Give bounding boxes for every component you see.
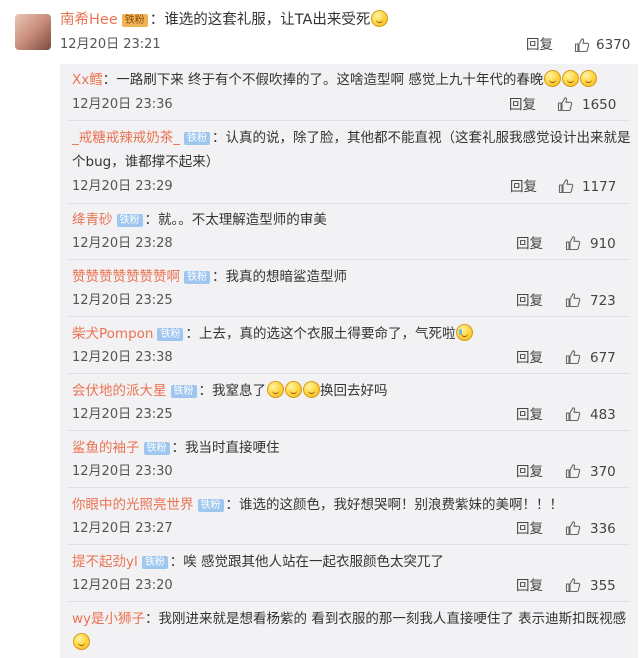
- smiley-icon: [580, 70, 598, 87]
- like-count: 6370: [596, 37, 631, 53]
- like-count: 1177: [582, 179, 617, 195]
- reply-button[interactable]: 回复: [526, 36, 553, 54]
- smiley-icon: [544, 70, 562, 87]
- reply-time: 12月20日 23:30: [72, 464, 173, 479]
- smiley-icon: [303, 381, 320, 398]
- username-link[interactable]: 柴犬Pompon: [72, 326, 153, 342]
- reply-button[interactable]: 回复: [510, 178, 537, 196]
- fan-badge: 铁粉: [184, 271, 210, 284]
- reply-text: 上去，真的选这个衣服土得要命了，气死啦: [198, 326, 456, 342]
- thumbs-up-icon[interactable]: [557, 96, 573, 112]
- reply-time: 12月20日 23:29: [72, 179, 173, 194]
- fan-badge: 铁粉: [170, 385, 197, 398]
- divider: [68, 601, 630, 602]
- reply-text: 谁选的这颜色，我好想哭啊！别浪费紫妹的美啊！！！: [239, 497, 563, 513]
- divider: [68, 373, 630, 374]
- thumbs-up-icon[interactable]: [565, 235, 581, 251]
- divider: [68, 487, 630, 488]
- thumbs-up-icon[interactable]: [565, 349, 581, 365]
- reply-time: 12月20日 23:20: [72, 578, 173, 593]
- thumbs-up-icon[interactable]: [565, 292, 581, 308]
- comment-text: 谁选的这套礼服，让TA出来受死: [164, 12, 371, 28]
- reply-time: 12月20日 23:38: [72, 350, 173, 365]
- smiley-icon: [285, 381, 302, 398]
- like-count: 336: [590, 521, 616, 537]
- smiley-icon: [562, 70, 580, 87]
- thumbs-up-icon[interactable]: [574, 37, 590, 53]
- divider: [68, 430, 630, 431]
- reply-button[interactable]: 回复: [516, 349, 543, 367]
- username-link[interactable]: 鲨鱼的袖子: [72, 440, 140, 456]
- reply-text: 我当时直接哽住: [185, 440, 280, 456]
- smiley-icon: [73, 633, 90, 650]
- reply-time: 12月20日 23:25: [72, 293, 173, 308]
- reply-time: 12月20日 23:27: [72, 521, 173, 536]
- reply-text: 就。。不太理解造型师的审美: [158, 212, 327, 228]
- divider: [68, 203, 630, 204]
- username-link[interactable]: wy是小狮子: [72, 611, 145, 627]
- username-link[interactable]: _戒糖戒辣戒奶茶_: [72, 130, 180, 146]
- thumbs-up-icon[interactable]: [558, 178, 574, 194]
- thumbs-up-icon[interactable]: [565, 406, 581, 422]
- fan-badge: 铁粉: [121, 14, 148, 27]
- reply-text: 唉 感觉跟其他人站在一起衣服颜色太突兀了: [183, 554, 445, 570]
- like-count: 370: [590, 464, 616, 480]
- like-count: 723: [590, 293, 616, 309]
- fan-badge: 铁粉: [157, 328, 184, 341]
- divider: [68, 259, 630, 260]
- like-count: 483: [590, 407, 616, 423]
- thumbs-up-icon[interactable]: [565, 577, 581, 593]
- reply-time: 12月20日 23:28: [72, 236, 173, 251]
- reply-text: 我真的想暗鲨造型师: [225, 269, 348, 285]
- like-count: 910: [590, 236, 616, 252]
- like-count: 355: [590, 578, 616, 594]
- username-link[interactable]: 会伏地的派大星: [72, 383, 167, 399]
- thumbs-up-icon[interactable]: [565, 520, 581, 536]
- reply-text-tail: 换回去好吗: [320, 383, 388, 399]
- reply-text: 我刚进来就是想看杨紫的 看到衣服的那一刻我人直接哽住了 表示迪斯扣既视感: [158, 611, 627, 627]
- replies-panel: Xx鳕：一路刷下来 终于有个不假吹捧的了。这啥造型啊 感觉上九十年代的春晚 12…: [60, 64, 638, 658]
- reply-button[interactable]: 回复: [516, 577, 543, 595]
- fan-badge: 铁粉: [116, 214, 143, 227]
- reply-button[interactable]: 回复: [516, 292, 543, 310]
- username-link[interactable]: Xx鳕: [72, 72, 103, 88]
- reply-button[interactable]: 回复: [509, 96, 536, 114]
- main-comment-line: 南希Hee 铁粉 ：谁选的这套礼服，让TA出来受死: [60, 10, 389, 30]
- avatar[interactable]: [15, 14, 51, 50]
- reply-button[interactable]: 回复: [516, 463, 543, 481]
- smiley-icon: [267, 381, 284, 398]
- username-link[interactable]: 赞赞赞赞赞赞赞啊: [72, 269, 180, 285]
- crying-face-icon: [456, 324, 474, 341]
- username-link[interactable]: 南希Hee: [60, 12, 118, 28]
- reply-text: 我窒息了: [212, 383, 266, 399]
- username-link[interactable]: 你眼中的光照亮世界: [72, 497, 194, 513]
- fan-badge: 铁粉: [197, 499, 224, 512]
- fan-badge: 铁粉: [141, 556, 168, 569]
- fan-badge: 铁粉: [143, 442, 170, 455]
- reply-button[interactable]: 回复: [516, 520, 543, 538]
- reply-time: 12月20日 23:36: [72, 97, 173, 112]
- divider: [68, 120, 630, 121]
- comment-time: 12月20日 23:21: [60, 37, 161, 52]
- reply-time: 12月20日 23:25: [72, 407, 173, 422]
- like-count: 1650: [582, 97, 617, 113]
- divider: [68, 316, 630, 317]
- thumbs-up-icon[interactable]: [565, 463, 581, 479]
- divider: [68, 544, 630, 545]
- smiley-icon: [371, 10, 389, 27]
- reply-button[interactable]: 回复: [516, 235, 543, 253]
- username-link[interactable]: 提不起劲yl: [72, 554, 138, 570]
- reply-text: 一路刷下来 终于有个不假吹捧的了。这啥造型啊 感觉上九十年代的春晚: [116, 72, 544, 88]
- main-comment: 南希Hee 铁粉 ：谁选的这套礼服，让TA出来受死 12月20日 23:21 回复 …: [0, 0, 640, 64]
- fan-badge: 铁粉: [184, 132, 210, 145]
- like-count: 677: [590, 350, 616, 366]
- username-link[interactable]: 绛青砂: [72, 212, 113, 228]
- reply-button[interactable]: 回复: [516, 406, 543, 424]
